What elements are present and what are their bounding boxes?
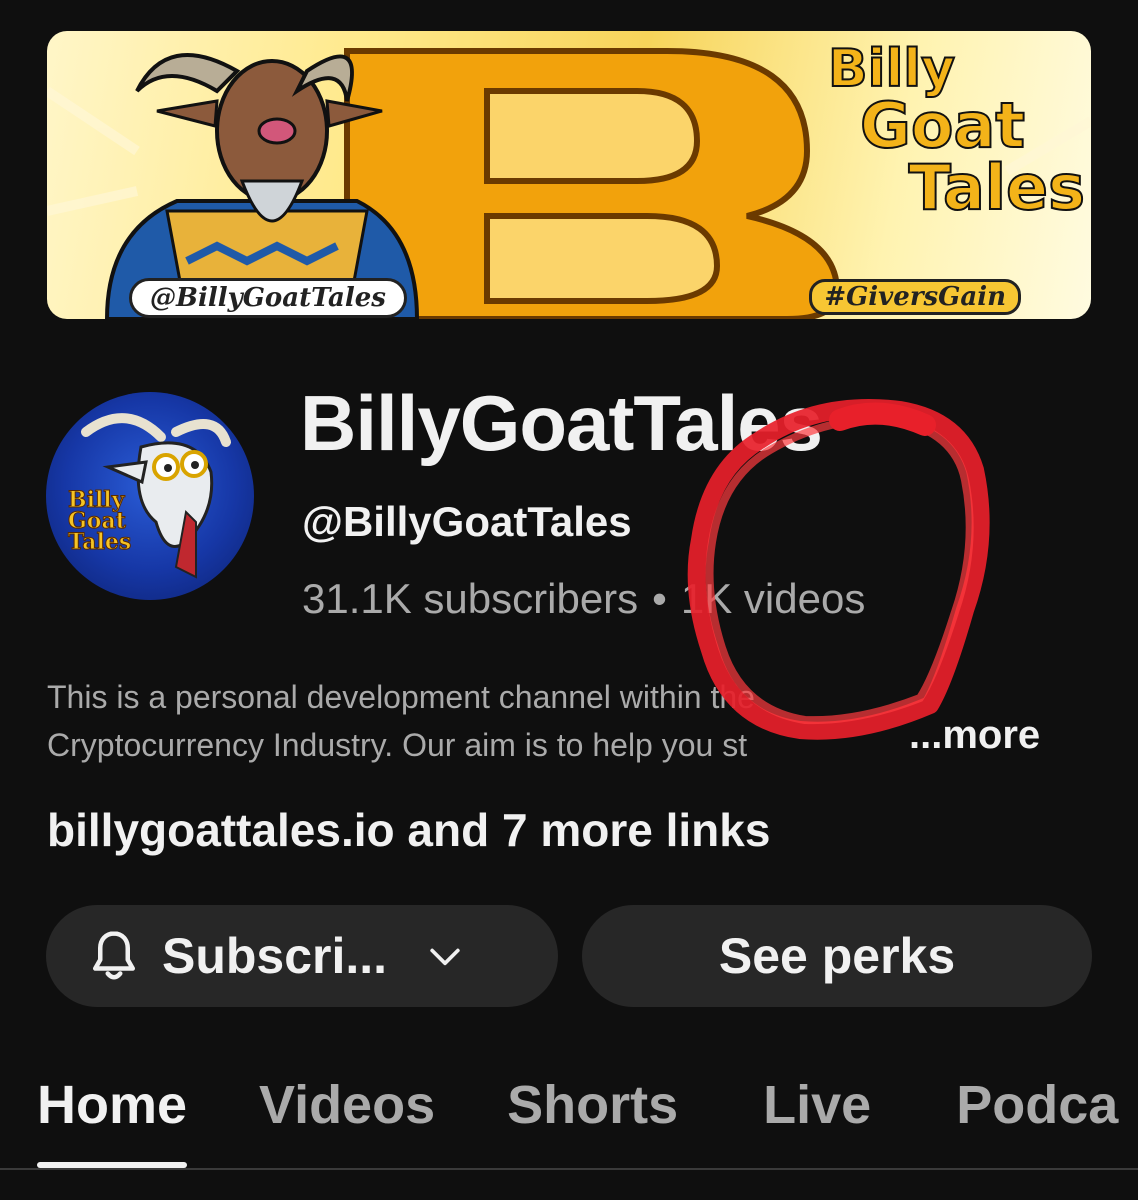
bell-icon [93,931,135,980]
channel-name: BillyGoatTales [300,379,823,467]
channel-page: Billy Goat Tales @BillyGoatTales #Givers… [0,0,1138,1200]
channel-stats: 31.1K subscribers • 1K videos [302,575,865,623]
chevron-down-icon[interactable] [423,934,467,978]
banner-hashtag: #GiversGain [809,279,1021,315]
banner-title-line-2: Goat [859,89,1026,162]
avatar-logo-text: Billy Goat Tales [67,489,132,555]
description-more-link[interactable]: ...more [905,713,1041,758]
tab-live[interactable]: Live [763,1060,871,1168]
avatar-text-line-3: Tales [67,528,132,555]
banner-title-line-1: Billy [827,39,956,99]
stats-separator: • [652,575,667,622]
description-line-1: This is a personal development channel w… [47,679,755,715]
subscribe-button[interactable]: Subscri... [46,905,558,1007]
channel-description[interactable]: This is a personal development channel w… [47,673,907,769]
channel-handle: @BillyGoatTales [302,498,632,545]
see-perks-button[interactable]: See perks [582,905,1092,1007]
tab-videos[interactable]: Videos [259,1060,435,1168]
channel-avatar[interactable]: Billy Goat Tales [46,392,254,600]
subscriber-count: 31.1K subscribers [302,575,639,622]
banner-handle-tag: @BillyGoatTales [129,278,407,318]
channel-banner: Billy Goat Tales @BillyGoatTales #Givers… [47,31,1091,319]
tab-podcasts[interactable]: Podca [956,1060,1118,1168]
channel-links[interactable]: billygoattales.io and 7 more links [47,803,770,857]
tab-shorts[interactable]: Shorts [507,1060,678,1168]
subscribe-label: Subscri... [162,928,388,984]
see-perks-label: See perks [718,928,956,984]
description-line-2: Cryptocurrency Industry. Our aim is to h… [47,727,748,763]
channel-tabs: Home Videos Shorts Live Podca [0,1060,1138,1170]
banner-title-line-3: Tales [908,151,1086,224]
tab-home[interactable]: Home [37,1060,188,1168]
video-count: 1K videos [680,575,866,622]
banner-title: Billy Goat Tales [815,39,1086,224]
